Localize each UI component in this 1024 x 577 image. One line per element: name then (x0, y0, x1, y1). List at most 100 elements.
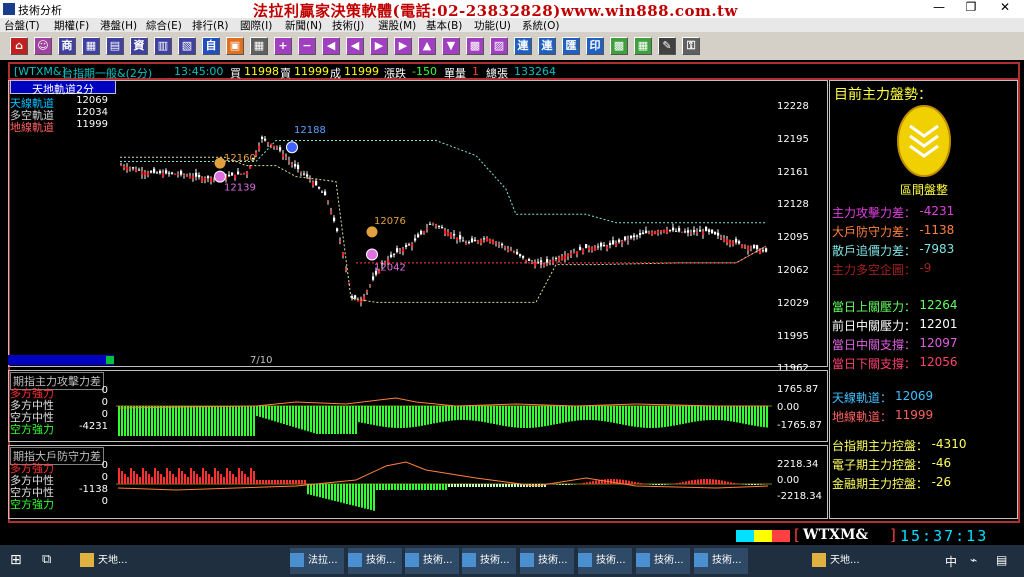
candle-body (738, 241, 741, 244)
chart-tab[interactable]: 天地軌道2分 (10, 80, 116, 96)
toolbar-button[interactable]: ▨ (490, 37, 508, 55)
toolbar-button[interactable]: 印 (586, 37, 604, 55)
attack-bar (415, 406, 417, 427)
candle-body (423, 231, 426, 234)
toolbar-button[interactable]: 商 (58, 37, 76, 55)
attack-bar (520, 406, 522, 428)
defense-bar (694, 479, 696, 484)
defense-bar (223, 477, 225, 484)
toolbar-button[interactable]: ⌂ (10, 37, 28, 55)
menu-item[interactable]: 期權(F) (54, 18, 89, 33)
toolbar-button[interactable]: 連 (538, 37, 556, 55)
menu-item[interactable]: 功能(U) (474, 18, 511, 33)
menu-item[interactable]: 台盤(T) (4, 18, 40, 33)
toolbar-button[interactable]: ✎ (658, 37, 676, 55)
toolbar-button[interactable]: ▲ (418, 37, 436, 55)
attack-bar (139, 406, 141, 436)
scroll-thumb[interactable] (106, 356, 114, 364)
menu-item[interactable]: 系統(O) (522, 18, 559, 33)
restore-button[interactable]: ❐ (956, 0, 986, 18)
minimize-button[interactable]: — (924, 0, 954, 18)
toolbar-button[interactable]: + (274, 37, 292, 55)
toolbar-button[interactable]: ▦ (634, 37, 652, 55)
taskbar-app[interactable]: 法拉... (290, 548, 344, 574)
menu-item[interactable]: 基本(B) (426, 18, 462, 33)
change-value: -150 (412, 65, 437, 78)
menu-item[interactable]: 排行(R) (192, 18, 229, 33)
stat-value: -4231 (919, 204, 955, 218)
defense-bar (304, 480, 306, 484)
candle-body (672, 227, 675, 231)
defense-bar (655, 484, 657, 485)
candle-body (645, 230, 648, 234)
toolbar-button[interactable]: ▼ (442, 37, 460, 55)
toolbar-button[interactable]: ◀ (322, 37, 340, 55)
close-button[interactable]: ✕ (990, 0, 1020, 18)
start-icon[interactable]: ⊞ (10, 552, 22, 568)
defense-bar (313, 484, 315, 496)
ime-indicator[interactable]: 中 (945, 553, 957, 570)
menu-item[interactable]: 技術(J) (332, 18, 364, 33)
candle-body (279, 147, 282, 151)
toolbar-button[interactable]: 連 (514, 37, 532, 55)
taskbar-app[interactable]: 技術... (405, 548, 459, 574)
toolbar-button[interactable]: 自 (202, 37, 220, 55)
toolbar-button[interactable]: − (298, 37, 316, 55)
candle-body (702, 231, 705, 235)
menu-item[interactable]: 國際(I) (240, 18, 272, 33)
network-icon[interactable]: ⌁ (970, 553, 977, 567)
toolbar-button[interactable]: ▶ (394, 37, 412, 55)
toolbar-button[interactable]: ▩ (610, 37, 628, 55)
stat-value: 11999 (895, 408, 934, 422)
scroll-track[interactable] (8, 355, 114, 365)
toolbar-button[interactable]: ▥ (154, 37, 172, 55)
toolbar-button[interactable]: ▧ (178, 37, 196, 55)
defense-bar (439, 484, 441, 490)
menu-item[interactable]: 新聞(N) (285, 18, 322, 33)
attack-bar (760, 406, 762, 427)
attack-chart[interactable] (116, 384, 772, 440)
menu-item[interactable]: 港盤(H) (100, 18, 137, 33)
toolbar-button[interactable]: ◀ (346, 37, 364, 55)
candle-body (633, 235, 636, 238)
stat-value: -26 (931, 475, 952, 489)
candle-body (327, 200, 330, 202)
taskbar-app[interactable]: 技術... (348, 548, 402, 574)
attack-bar (664, 406, 666, 428)
taskbar-app[interactable]: 技術... (694, 548, 748, 574)
toolbar-button[interactable]: ▤ (106, 37, 124, 55)
toolbar-button[interactable]: ▦ (250, 37, 268, 55)
defense-chart[interactable] (116, 458, 772, 516)
attack-bar (757, 406, 759, 427)
notification-icon[interactable]: ▤ (996, 553, 1007, 567)
candle-body (522, 255, 525, 258)
attack-bar (556, 406, 558, 424)
toolbar-button[interactable]: 資 (130, 37, 148, 55)
defense-bar (703, 479, 705, 484)
toolbar-button[interactable]: ▣ (226, 37, 244, 55)
candle-body (504, 246, 507, 248)
menu-item[interactable]: 綜合(E) (146, 18, 182, 33)
taskbar-app[interactable]: 技術... (520, 548, 574, 574)
defense-bar (484, 484, 486, 487)
task-view-icon[interactable]: ⧉ (42, 552, 51, 567)
toolbar-button[interactable]: ▶ (370, 37, 388, 55)
toolbar-button[interactable]: 匯 (562, 37, 580, 55)
price-chart[interactable]: 12188 12160 12139 12076 12042 (116, 80, 772, 356)
taskbar-app[interactable]: 技術... (578, 548, 632, 574)
toolbar-button[interactable]: ☺ (34, 37, 52, 55)
toolbar-button[interactable]: ⚿ (682, 37, 700, 55)
attack-bar (448, 406, 450, 421)
taskbar-app[interactable]: 天地... (812, 548, 866, 574)
taskbar-app[interactable]: 技術... (636, 548, 690, 574)
attack-bar (268, 406, 270, 420)
taskbar-app[interactable]: 技術... (462, 548, 516, 574)
candle-body (708, 229, 711, 232)
toolbar-button[interactable]: ▩ (466, 37, 484, 55)
app-icon (694, 553, 708, 567)
taskbar-app[interactable]: 天地... (80, 548, 134, 574)
attack-bar (253, 406, 255, 436)
toolbar-button[interactable]: ▦ (82, 37, 100, 55)
menu-item[interactable]: 選股(M) (378, 18, 416, 33)
candle-body (705, 227, 708, 232)
